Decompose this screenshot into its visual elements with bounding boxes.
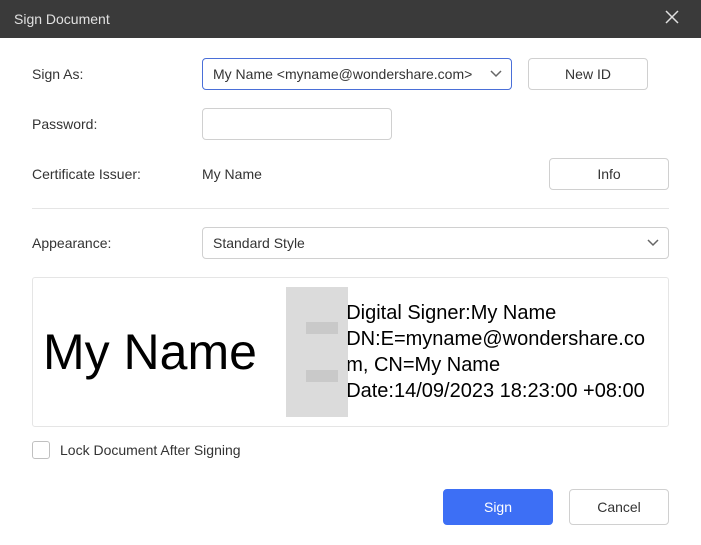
chevron-down-icon: [647, 239, 659, 247]
cert-issuer-row: Certificate Issuer: My Name Info: [32, 158, 669, 190]
signature-name: My Name: [43, 323, 257, 381]
password-row: Password:: [32, 108, 669, 140]
preview-date: Date:14/09/2023 18:23:00 +08:00: [346, 378, 658, 404]
sign-as-select[interactable]: My Name <myname@wondershare.com>: [202, 58, 512, 90]
dialog-content: Sign As: My Name <myname@wondershare.com…: [0, 38, 701, 459]
lock-label: Lock Document After Signing: [60, 442, 241, 458]
appearance-value: Standard Style: [202, 227, 669, 259]
dialog-footer: Sign Cancel: [0, 489, 701, 545]
lock-row: Lock Document After Signing: [32, 441, 669, 459]
password-input[interactable]: [202, 108, 392, 140]
cert-issuer-label: Certificate Issuer:: [32, 166, 202, 182]
window-title: Sign Document: [14, 11, 110, 27]
appearance-row: Appearance: Standard Style: [32, 227, 669, 259]
sign-as-label: Sign As:: [32, 66, 202, 82]
divider: [32, 208, 669, 209]
new-id-button[interactable]: New ID: [528, 58, 648, 90]
appearance-label: Appearance:: [32, 235, 202, 251]
sign-button[interactable]: Sign: [443, 489, 553, 525]
preview-left: My Name: [43, 278, 338, 426]
signature-preview: My Name Digital Signer:My Name DN:E=myna…: [32, 277, 669, 427]
titlebar: Sign Document: [0, 0, 701, 38]
password-label: Password:: [32, 116, 202, 132]
cert-issuer-value: My Name: [202, 166, 549, 182]
cancel-button[interactable]: Cancel: [569, 489, 669, 525]
watermark-icon: [286, 287, 348, 417]
sign-as-row: Sign As: My Name <myname@wondershare.com…: [32, 58, 669, 90]
preview-details: Digital Signer:My Name DN:E=myname@wonde…: [338, 300, 658, 404]
appearance-select[interactable]: Standard Style: [202, 227, 669, 259]
info-button[interactable]: Info: [549, 158, 669, 190]
lock-checkbox[interactable]: [32, 441, 50, 459]
preview-signer: Digital Signer:My Name: [346, 300, 658, 326]
preview-dn: DN:E=myname@wondershare.com, CN=My Name: [346, 326, 658, 378]
close-icon[interactable]: [657, 6, 687, 33]
sign-as-value: My Name <myname@wondershare.com>: [202, 58, 512, 90]
